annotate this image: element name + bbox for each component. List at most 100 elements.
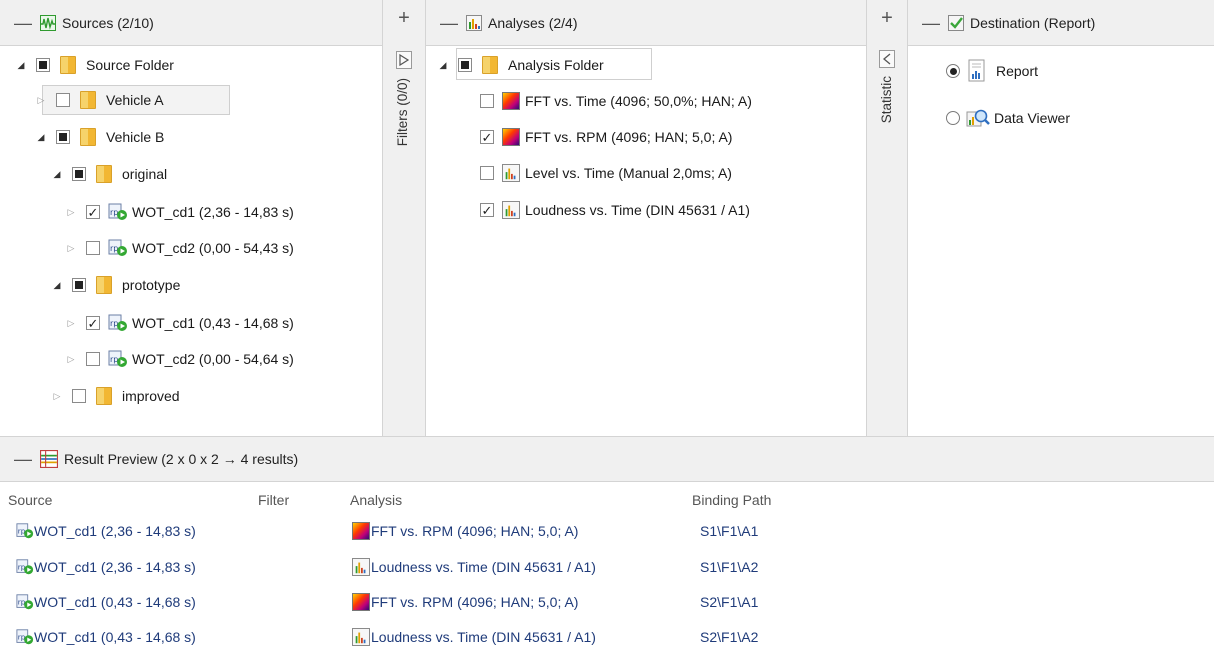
collapse-arrow-icon[interactable]: ▷ <box>64 354 78 365</box>
checkbox[interactable] <box>56 93 70 107</box>
tree-item-original[interactable]: ◢ original <box>50 161 167 187</box>
sources-header: — Sources (2/10) <box>0 0 382 46</box>
folder-icon <box>80 91 96 109</box>
measurement-file-icon: rp <box>16 594 34 610</box>
sources-tree: ◢ Source Folder ▷ Vehicle A ◢ Vehicle B … <box>0 46 382 436</box>
expand-arrow-icon[interactable]: ◢ <box>436 60 450 71</box>
tree-item-label: prototype <box>122 277 181 293</box>
measurement-file-icon: rp <box>108 239 127 256</box>
add-statistic-button[interactable]: + <box>867 8 907 28</box>
checkbox[interactable] <box>56 130 70 144</box>
checkbox[interactable] <box>480 166 494 180</box>
tree-item-source-file[interactable]: ▷ rp WOT_cd2 (0,00 - 54,43 s) <box>64 235 294 261</box>
checkbox[interactable] <box>480 94 494 108</box>
tree-item-analysis[interactable]: Level vs. Time (Manual 2,0ms; A) <box>474 160 732 186</box>
collapse-destination-button[interactable]: — <box>922 14 940 32</box>
collapse-sources-button[interactable]: — <box>14 14 32 32</box>
tree-item-vehicle-a[interactable]: ▷ Vehicle A <box>34 87 164 113</box>
tree-item-vehicle-b[interactable]: ◢ Vehicle B <box>34 124 164 150</box>
source-cell: rp WOT_cd1 (0,43 - 14,68 s) <box>16 593 196 611</box>
destination-panel: — Destination (Report) Report Data Viewe… <box>908 0 1214 436</box>
result-preview-title: Result Preview (2 x 0 x 2 → 4 results) <box>64 451 299 467</box>
checkbox[interactable] <box>72 167 86 181</box>
folder-icon <box>96 276 112 294</box>
collapse-arrow-icon[interactable]: ▷ <box>34 95 48 106</box>
source-text: WOT_cd1 (0,43 - 14,68 s) <box>34 594 196 610</box>
folder-icon <box>482 56 498 74</box>
checkbox[interactable] <box>480 130 494 144</box>
tree-item-source-folder[interactable]: ◢ Source Folder <box>14 52 174 78</box>
tree-item-analysis[interactable]: FFT vs. Time (4096; 50,0%; HAN; A) <box>474 88 752 114</box>
table-row[interactable]: rp WOT_cd1 (0,43 - 14,68 s) Loudness vs.… <box>0 625 1214 649</box>
destination-option-report[interactable]: Report <box>946 58 1038 84</box>
collapse-arrow-icon[interactable]: ▷ <box>50 391 64 402</box>
destination-option-data-viewer[interactable]: Data Viewer <box>946 105 1070 131</box>
measurement-file-icon: rp <box>16 559 34 575</box>
source-text: WOT_cd1 (0,43 - 14,68 s) <box>34 629 196 645</box>
play-arrow-icon <box>399 53 410 67</box>
tree-item-label: improved <box>122 388 180 404</box>
folder-icon <box>60 56 76 74</box>
result-preview-header: — Result Preview (2 x 0 x 2 → 4 results) <box>0 436 1214 482</box>
destination-option-label: Data Viewer <box>994 110 1071 126</box>
tree-item-analysis-folder[interactable]: ◢ Analysis Folder <box>436 52 604 78</box>
checkbox[interactable] <box>86 352 100 366</box>
checkbox[interactable] <box>36 58 50 72</box>
tree-item-source-file[interactable]: ▷ rp WOT_cd1 (2,36 - 14,83 s) <box>64 199 294 225</box>
expand-statistic-button[interactable] <box>879 50 895 68</box>
expand-arrow-icon[interactable]: ◢ <box>50 169 64 180</box>
checkbox[interactable] <box>86 205 100 219</box>
tree-item-analysis[interactable]: Loudness vs. Time (DIN 45631 / A1) <box>474 197 750 223</box>
table-row[interactable]: rp WOT_cd1 (2,36 - 14,83 s) FFT vs. RPM … <box>0 519 1214 543</box>
destination-header: — Destination (Report) <box>908 0 1214 46</box>
filters-strip[interactable]: + Filters (0/0) <box>382 0 426 436</box>
column-header-source: Source <box>8 492 53 508</box>
collapse-arrow-icon[interactable]: ▷ <box>64 318 78 329</box>
table-row[interactable]: rp WOT_cd1 (0,43 - 14,68 s) FFT vs. RPM … <box>0 590 1214 614</box>
statistic-label: Statistic <box>879 76 894 124</box>
table-row[interactable]: rp WOT_cd1 (2,36 - 14,83 s) Loudness vs.… <box>0 555 1214 579</box>
tree-item-label: WOT_cd2 (0,00 - 54,43 s) <box>132 240 294 256</box>
folder-icon <box>96 387 112 405</box>
sources-panel: — Sources (2/10) ◢ Source Folder ▷ Vehic… <box>0 0 382 436</box>
bar-chart-icon <box>502 201 520 219</box>
tree-item-label: WOT_cd2 (0,00 - 54,64 s) <box>132 351 294 367</box>
expand-filters-button[interactable] <box>396 51 412 69</box>
binding-cell: S1\F1\A2 <box>700 559 759 575</box>
collapse-analyses-button[interactable]: — <box>440 14 458 32</box>
analysis-cell: FFT vs. RPM (4096; HAN; 5,0; A) <box>352 593 578 611</box>
tree-item-label: original <box>122 166 168 182</box>
tree-item-label: Analysis Folder <box>508 57 604 73</box>
checkbox[interactable] <box>72 278 86 292</box>
collapse-result-preview-button[interactable]: — <box>14 450 32 468</box>
expand-arrow-icon[interactable]: ◢ <box>50 280 64 291</box>
tree-item-prototype[interactable]: ◢ prototype <box>50 272 180 298</box>
bar-chart-icon <box>502 164 520 182</box>
radio-button[interactable] <box>946 64 960 78</box>
binding-cell: S1\F1\A1 <box>700 523 759 539</box>
checkbox[interactable] <box>72 389 86 403</box>
bar-chart-icon <box>466 14 482 31</box>
sources-title: Sources (2/10) <box>62 14 154 31</box>
expand-arrow-icon[interactable]: ◢ <box>34 132 48 143</box>
folder-icon <box>80 128 96 146</box>
checkbox[interactable] <box>458 58 472 72</box>
checkbox[interactable] <box>86 241 100 255</box>
tree-item-source-file[interactable]: ▷ rp WOT_cd1 (0,43 - 14,68 s) <box>64 310 294 336</box>
destination-title: Destination (Report) <box>970 14 1096 31</box>
tree-item-analysis[interactable]: FFT vs. RPM (4096; HAN; 5,0; A) <box>474 124 732 150</box>
binding-cell: S2\F1\A2 <box>700 629 759 645</box>
tree-item-improved[interactable]: ▷ improved <box>50 383 180 409</box>
measurement-file-icon: rp <box>16 523 34 539</box>
radio-button[interactable] <box>946 111 960 125</box>
expand-arrow-icon[interactable]: ◢ <box>14 60 28 71</box>
add-filter-button[interactable]: + <box>383 8 425 28</box>
checkbox[interactable] <box>86 316 100 330</box>
collapse-arrow-icon[interactable]: ▷ <box>64 243 78 254</box>
statistic-strip[interactable]: + Statistic <box>866 0 908 436</box>
tree-item-source-file[interactable]: ▷ rp WOT_cd2 (0,00 - 54,64 s) <box>64 346 294 372</box>
collapse-arrow-icon[interactable]: ▷ <box>64 207 78 218</box>
checkbox[interactable] <box>480 203 494 217</box>
chevron-left-icon <box>882 53 891 65</box>
check-mark-icon <box>948 14 964 31</box>
